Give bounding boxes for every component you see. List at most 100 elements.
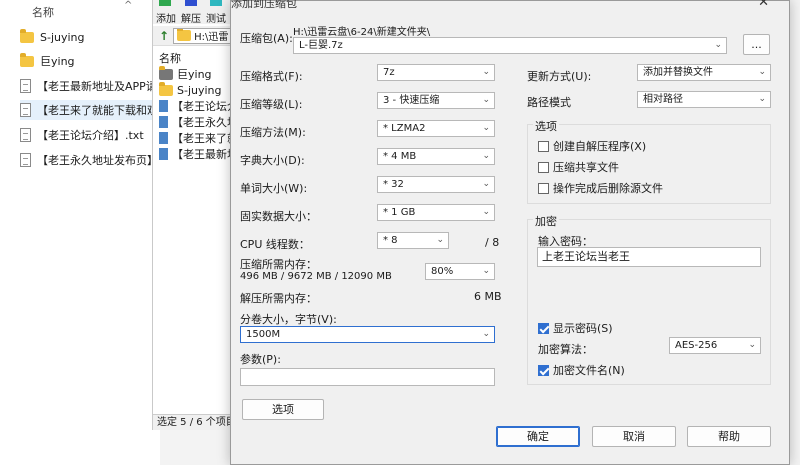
chevron-down-icon: ⌄ xyxy=(482,67,490,77)
level-select[interactable]: 3 - 快速压缩 ⌄ xyxy=(377,92,495,109)
chevron-down-icon: ⌄ xyxy=(482,179,490,189)
split-size-label: 分卷大小，字节(V): xyxy=(240,313,337,326)
text-file-icon xyxy=(159,132,168,144)
checkbox-label: 操作完成后删除源文件 xyxy=(553,182,663,195)
sort-up-icon[interactable]: ^ xyxy=(124,0,132,11)
chevron-down-icon: ⌄ xyxy=(748,340,756,350)
add-icon[interactable] xyxy=(159,0,171,6)
memory-percent-value: 80% xyxy=(431,266,454,277)
browse-button[interactable]: ... xyxy=(743,34,770,55)
show-password-checkbox[interactable]: 显示密码(S) xyxy=(538,320,613,336)
list-item[interactable]: 巨ying xyxy=(159,66,235,82)
solid-block-value: * 1 GB xyxy=(383,207,416,218)
column-header-name[interactable]: 名称 xyxy=(159,50,181,66)
list-item[interactable]: S-juying xyxy=(159,82,235,98)
path-mode-select[interactable]: 相对路径 ⌄ xyxy=(637,91,771,108)
path-input[interactable]: H:\迅雷 xyxy=(173,27,234,44)
level-label: 压缩等级(L): xyxy=(240,98,303,111)
list-item[interactable]: 【老王论坛介绍】.txt xyxy=(20,125,144,145)
list-item[interactable]: 【老王最新地 xyxy=(159,146,235,162)
checkbox-box xyxy=(538,364,549,376)
help-button[interactable]: 帮助 xyxy=(687,426,771,447)
cancel-button[interactable]: 取消 xyxy=(592,426,676,447)
parameters-label: 参数(P): xyxy=(240,353,281,366)
compress-memory-label: 压缩所需内存： xyxy=(240,258,317,271)
split-size-value: 1500M xyxy=(246,329,281,340)
explorer-window: 名称 ^ S-juying 巨ying 【老王最新地址及APP请览 【老王来了就… xyxy=(0,0,169,465)
status-bar: 选定 5 / 6 个项目 xyxy=(153,414,235,430)
memory-percent-select[interactable]: 80% ⌄ xyxy=(425,263,495,280)
test-icon[interactable] xyxy=(210,0,222,6)
dialog-title: 添加到压缩包 xyxy=(231,0,297,10)
list-item[interactable]: S-juying xyxy=(20,27,85,47)
encrypt-filenames-checkbox[interactable]: 加密文件名(N) xyxy=(538,362,625,378)
delete-after-checkbox[interactable]: 操作完成后删除源文件 xyxy=(538,180,663,196)
archive-name-combo[interactable]: L-巨婴.7z ⌄ xyxy=(293,37,727,54)
dictionary-select[interactable]: * 4 MB ⌄ xyxy=(377,148,495,165)
checkbox-label: 显示密码(S) xyxy=(553,322,613,335)
archive-label: 压缩包(A): xyxy=(240,32,293,45)
folder-icon xyxy=(20,52,34,67)
encryption-group-title: 加密 xyxy=(533,213,559,229)
threads-select[interactable]: * 8 ⌄ xyxy=(377,232,449,249)
chevron-down-icon: ⌄ xyxy=(482,266,490,276)
list-item-label: S-juying xyxy=(40,30,85,44)
password-input[interactable]: 上老王论坛当老王 xyxy=(537,247,761,267)
add-to-archive-dialog: 添加到压缩包 ✕ 压缩包(A): H:\迅雷云盘\6-24\新建文件夹\ L-巨… xyxy=(230,0,790,465)
options-button[interactable]: 选项 xyxy=(242,399,324,420)
list-item[interactable]: 【老王永久地址发布页】.t xyxy=(20,150,166,170)
level-value: 3 - 快速压缩 xyxy=(383,95,440,106)
list-item-label: 【老王最新地址及APP请览 xyxy=(37,80,168,93)
compress-shared-checkbox[interactable]: 压缩共享文件 xyxy=(538,159,619,175)
format-select[interactable]: 7z ⌄ xyxy=(377,64,495,81)
method-label: 压缩方法(M): xyxy=(240,126,306,139)
solid-block-label: 固实数据大小： xyxy=(240,210,317,223)
list-item-label: 【老王论坛介绍】.txt xyxy=(37,129,144,142)
ok-button[interactable]: 确定 xyxy=(496,426,580,447)
parameters-input[interactable] xyxy=(240,368,495,386)
checkbox-label: 加密文件名(N) xyxy=(553,364,625,377)
chevron-down-icon: ⌄ xyxy=(482,207,490,217)
checkbox-box xyxy=(538,182,549,194)
test-button[interactable]: 测试 xyxy=(206,10,226,25)
chevron-down-icon: ⌄ xyxy=(482,95,490,105)
encryption-method-value: AES-256 xyxy=(675,340,718,351)
create-sfx-checkbox[interactable]: 创建自解压程序(X) xyxy=(538,138,646,154)
text-file-icon xyxy=(20,153,31,167)
split-size-combo[interactable]: 1500M ⌄ xyxy=(240,326,495,343)
path-mode-value: 相对路径 xyxy=(643,94,683,105)
chevron-down-icon: ⌄ xyxy=(482,123,490,133)
list-item[interactable]: 【老王最新地址及APP请览 xyxy=(20,76,168,96)
zip-manager-window: 添加 解压 测试 ↑ H:\迅雷 名称 巨ying S-juying 【老王论坛… xyxy=(152,0,235,430)
options-group-title: 选项 xyxy=(533,118,559,134)
dictionary-label: 字典大小(D): xyxy=(240,154,305,167)
up-folder-icon[interactable]: ↑ xyxy=(159,29,169,43)
word-size-select[interactable]: * 32 ⌄ xyxy=(377,176,495,193)
column-header-name[interactable]: 名称 xyxy=(32,4,54,20)
solid-block-select[interactable]: * 1 GB ⌄ xyxy=(377,204,495,221)
format-value: 7z xyxy=(383,67,395,78)
close-icon[interactable]: ✕ xyxy=(758,0,769,10)
update-mode-select[interactable]: 添加并替换文件 ⌄ xyxy=(637,64,771,81)
chevron-down-icon: ⌄ xyxy=(482,329,490,339)
chevron-down-icon: ⌄ xyxy=(482,151,490,161)
list-item[interactable]: 【老王来了就能下载和观看 xyxy=(20,100,169,120)
method-select[interactable]: * LZMA2 ⌄ xyxy=(377,120,495,137)
zip-toolbar: 添加 解压 测试 xyxy=(153,0,235,25)
list-item[interactable]: 巨ying xyxy=(20,51,75,71)
chevron-down-icon: ⌄ xyxy=(436,235,444,245)
add-button[interactable]: 添加 xyxy=(156,10,176,25)
checkbox-label: 创建自解压程序(X) xyxy=(553,140,647,153)
text-file-icon xyxy=(159,148,168,160)
extract-button[interactable]: 解压 xyxy=(181,10,201,25)
format-label: 压缩格式(F): xyxy=(240,70,303,83)
extract-icon[interactable] xyxy=(185,0,197,6)
archive-name-value: L-巨婴.7z xyxy=(299,40,343,51)
list-item[interactable]: 【老王永久地 xyxy=(159,114,235,130)
list-item[interactable]: 【老王论坛介 xyxy=(159,98,235,114)
list-item[interactable]: 【老王来了就 xyxy=(159,130,235,146)
text-file-icon xyxy=(20,79,31,93)
update-mode-label: 更新方式(U): xyxy=(527,70,592,83)
text-file-icon xyxy=(159,116,168,128)
encryption-method-select[interactable]: AES-256 ⌄ xyxy=(669,337,761,354)
